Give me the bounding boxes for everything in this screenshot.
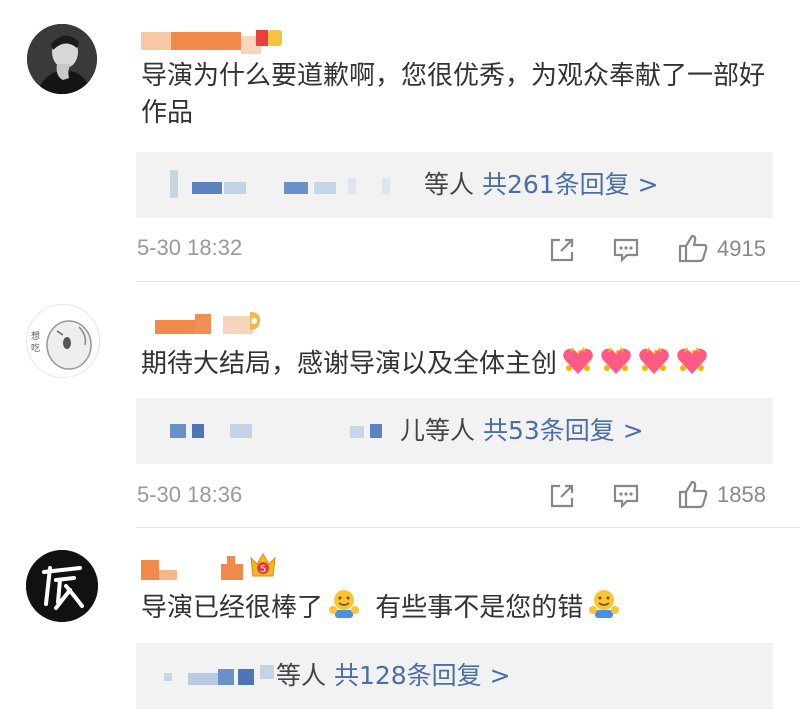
heart-emoji-icon	[639, 347, 669, 374]
timestamp: 5-30 18:36	[137, 482, 243, 507]
share-icon[interactable]	[548, 236, 576, 264]
thumbs-up-icon[interactable]	[677, 232, 709, 264]
heart-emoji-icon	[677, 347, 707, 374]
level-badge-icon[interactable]	[256, 28, 282, 48]
reply-preview[interactable]: 等人 共128条回复 >	[136, 643, 773, 709]
avatar[interactable]	[27, 24, 97, 94]
avatar[interactable]: 想 吃	[26, 304, 100, 378]
cartoon-parrot-avatar-icon: 想 吃	[31, 320, 92, 370]
badge-level: 5	[260, 564, 266, 575]
reply-preview[interactable]: 等人 共261条回复 >	[136, 152, 773, 218]
comment-text: 期待大结局，感谢导演以及全体主创	[141, 346, 771, 383]
thumbs-up-icon[interactable]	[677, 478, 709, 510]
comment-icon[interactable]	[612, 236, 640, 264]
reply-users-suffix: 儿等人	[400, 416, 476, 445]
level-badge-icon[interactable]	[238, 310, 264, 334]
comment-item: 导演为什么要道歉啊，您很优秀，为观众奉献了一部好作品 等人 共261条回复 > …	[0, 0, 800, 282]
comment-item: 想 吃 期待大结局，感谢导演以及全体主创 儿等人 共53条回复 > 5-30 1…	[0, 282, 800, 528]
photo-man-hand-on-chin-icon	[27, 24, 97, 94]
like-count: 1858	[717, 482, 766, 507]
svg-text:吃: 吃	[31, 342, 40, 354]
reply-preview[interactable]: 儿等人 共53条回复 >	[136, 398, 773, 464]
crown-level-badge-icon[interactable]: 5	[248, 548, 278, 580]
svg-text:想: 想	[31, 330, 40, 342]
timestamp: 5-30 18:32	[137, 235, 243, 260]
comment-text: 导演已经很棒了 有些事不是您的错	[141, 588, 771, 627]
reply-users-suffix: 等人	[424, 170, 475, 199]
heart-emoji-icon	[563, 347, 593, 374]
hug-emoji-icon	[329, 590, 360, 618]
hug-emoji-icon	[589, 590, 620, 618]
reply-count-link[interactable]: 共261条回复 >	[482, 170, 659, 199]
reply-count-link[interactable]: 共128条回复 >	[334, 661, 511, 690]
avatar[interactable]	[26, 550, 98, 622]
like-count: 4915	[717, 236, 766, 261]
heart-emoji-icon	[601, 347, 631, 374]
reply-users-suffix: 等人	[276, 661, 327, 690]
comment-item: 5 导演已经很棒了 有些事不是您的错 等人 共128条回复 >	[0, 528, 800, 714]
share-icon[interactable]	[548, 482, 576, 510]
calligraphy-logo-avatar-icon	[26, 550, 98, 622]
comment-icon[interactable]	[612, 482, 640, 510]
comment-text: 导演为什么要道歉啊，您很优秀，为观众奉献了一部好作品	[141, 61, 766, 128]
reply-count-link[interactable]: 共53条回复 >	[483, 416, 644, 445]
